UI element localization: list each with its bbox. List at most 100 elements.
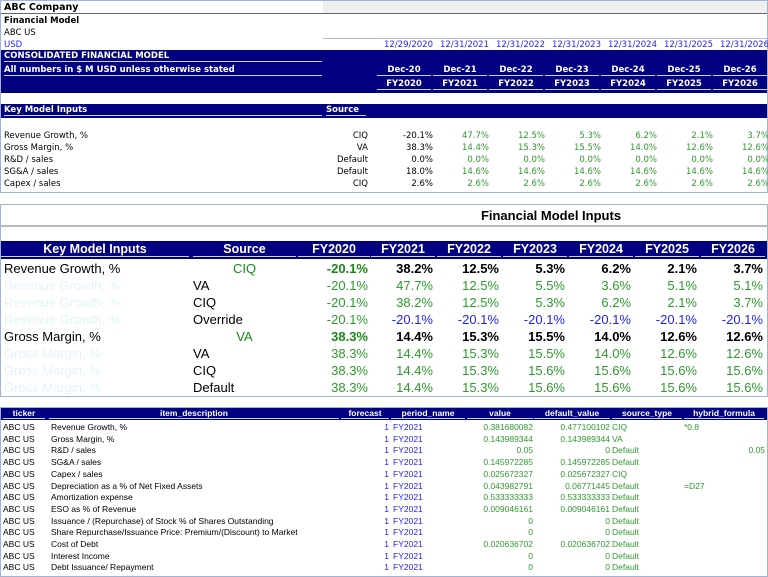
table-cell[interactable]: 0.05 [684, 445, 765, 455]
input-value[interactable]: 14.0% [569, 346, 631, 361]
table-cell[interactable]: Default [612, 527, 639, 537]
input-value[interactable]: 15.3% [437, 380, 499, 395]
table-cell[interactable]: FY2021 [393, 422, 423, 432]
table-cell[interactable]: ABC US [3, 516, 35, 526]
input-value[interactable]: 15.3% [437, 329, 499, 344]
table-cell[interactable]: 1 [341, 422, 389, 432]
table-cell[interactable]: Depreciation as a % of Net Fixed Assets [51, 481, 203, 491]
table-cell[interactable]: 0.043982791 [467, 481, 533, 491]
input-value[interactable]: 5.1% [635, 278, 697, 293]
table-cell[interactable]: 0.05 [467, 445, 533, 455]
table-cell[interactable]: 1 [341, 551, 389, 561]
input-value[interactable]: -20.1% [371, 312, 433, 327]
table-cell[interactable]: FY2021 [393, 551, 423, 561]
input-value[interactable]: -20.1% [298, 278, 368, 293]
table-cell[interactable]: 0 [467, 551, 533, 561]
input-value[interactable]: -20.1% [298, 261, 368, 276]
table-cell[interactable]: ABC US [3, 504, 35, 514]
table-cell[interactable]: 0.020636702 [534, 539, 610, 549]
table-cell[interactable]: 0.009046161 [534, 504, 610, 514]
table-cell[interactable]: Default [612, 481, 639, 491]
input-source[interactable]: Override [193, 312, 243, 327]
table-cell[interactable]: ABC US [3, 469, 35, 479]
table-cell[interactable]: 1 [341, 527, 389, 537]
input-value[interactable]: 15.6% [701, 363, 763, 378]
table-cell[interactable]: FY2021 [393, 445, 423, 455]
input-source[interactable]: VA [193, 278, 209, 293]
input-value[interactable]: 15.5% [503, 329, 565, 344]
table-cell[interactable]: FY2021 [393, 457, 423, 467]
table-cell[interactable]: 1 [341, 539, 389, 549]
table-cell[interactable]: ABC US [3, 445, 35, 455]
table-cell[interactable]: FY2021 [393, 504, 423, 514]
table-cell[interactable]: 0.025672327 [467, 469, 533, 479]
table-cell[interactable]: 1 [341, 434, 389, 444]
table-cell[interactable]: 0 [534, 562, 610, 572]
table-cell[interactable]: 0.533333333 [467, 492, 533, 502]
table-cell[interactable]: 1 [341, 469, 389, 479]
table-cell[interactable]: 0 [467, 562, 533, 572]
input-value[interactable]: 14.4% [371, 329, 433, 344]
input-value[interactable]: 38.3% [298, 363, 368, 378]
table-cell[interactable]: Interest Income [51, 551, 110, 561]
table-cell[interactable]: 0.477100102 [534, 422, 610, 432]
input-value[interactable]: 12.6% [701, 346, 763, 361]
input-value[interactable]: 6.2% [569, 261, 631, 276]
table-cell[interactable]: 0.145972285 [534, 457, 610, 467]
table-cell[interactable]: Share Repurchase/Issuance Price: Premium… [51, 527, 298, 537]
table-cell[interactable]: FY2021 [393, 434, 423, 444]
table-cell[interactable]: Default [612, 551, 639, 561]
input-value[interactable]: -20.1% [298, 312, 368, 327]
table-cell[interactable]: 0.025672327 [534, 469, 610, 479]
table-cell[interactable]: Default [612, 492, 639, 502]
input-value[interactable]: 47.7% [371, 278, 433, 293]
table-cell[interactable]: =D27 [684, 481, 705, 491]
period-date[interactable]: 12/31/2026 [717, 40, 768, 50]
table-cell[interactable]: ABC US [3, 422, 35, 432]
table-cell[interactable]: 1 [341, 492, 389, 502]
input-value[interactable]: 15.6% [635, 380, 697, 395]
input-value[interactable]: 14.0% [569, 329, 631, 344]
table-cell[interactable]: FY2021 [393, 492, 423, 502]
table-cell[interactable]: ABC US [3, 434, 35, 444]
table-cell[interactable]: 1 [341, 481, 389, 491]
table-cell[interactable]: ABC US [3, 539, 35, 549]
input-source[interactable]: Default [193, 380, 234, 395]
input-value[interactable]: 12.6% [701, 329, 763, 344]
table-cell[interactable]: FY2021 [393, 481, 423, 491]
period-date[interactable]: 12/31/2021 [437, 40, 489, 50]
table-cell[interactable]: Issuance / (Repurchase) of Stock % of Sh… [51, 516, 274, 526]
input-value[interactable]: -20.1% [503, 312, 565, 327]
table-cell[interactable]: Revenue Growth, % [51, 422, 127, 432]
input-value[interactable]: 12.5% [437, 261, 499, 276]
table-cell[interactable]: 0 [467, 516, 533, 526]
table-cell[interactable]: ABC US [3, 562, 35, 572]
table-cell[interactable]: 0 [534, 516, 610, 526]
table-cell[interactable]: 0.533333333 [534, 492, 610, 502]
input-value[interactable]: 38.3% [298, 329, 368, 344]
input-value[interactable]: 14.4% [371, 380, 433, 395]
input-value[interactable]: 15.3% [437, 363, 499, 378]
table-cell[interactable]: FY2021 [393, 527, 423, 537]
table-cell[interactable]: ABC US [3, 457, 35, 467]
input-value[interactable]: 12.5% [437, 295, 499, 310]
input-value[interactable]: -20.1% [437, 312, 499, 327]
table-cell[interactable]: 0.143989344 [467, 434, 533, 444]
table-cell[interactable]: ABC US [3, 492, 35, 502]
input-value[interactable]: 6.2% [569, 295, 631, 310]
input-value[interactable]: 12.6% [635, 346, 697, 361]
input-source[interactable]: CIQ [193, 363, 216, 378]
table-cell[interactable]: Default [612, 516, 639, 526]
period-date[interactable]: 12/31/2023 [549, 40, 601, 50]
table-cell[interactable]: 0 [534, 551, 610, 561]
input-value[interactable]: 38.2% [371, 261, 433, 276]
period-date[interactable]: 12/29/2020 [381, 40, 433, 50]
input-value[interactable]: 14.4% [371, 346, 433, 361]
table-cell[interactable]: 0.381680082 [467, 422, 533, 432]
input-value[interactable]: 38.3% [298, 380, 368, 395]
table-cell[interactable]: VA [612, 434, 623, 444]
table-cell[interactable]: FY2021 [393, 562, 423, 572]
input-value[interactable]: 2.1% [635, 261, 697, 276]
table-cell[interactable]: 0.020636702 [467, 539, 533, 549]
table-cell[interactable]: 0.009046161 [467, 504, 533, 514]
